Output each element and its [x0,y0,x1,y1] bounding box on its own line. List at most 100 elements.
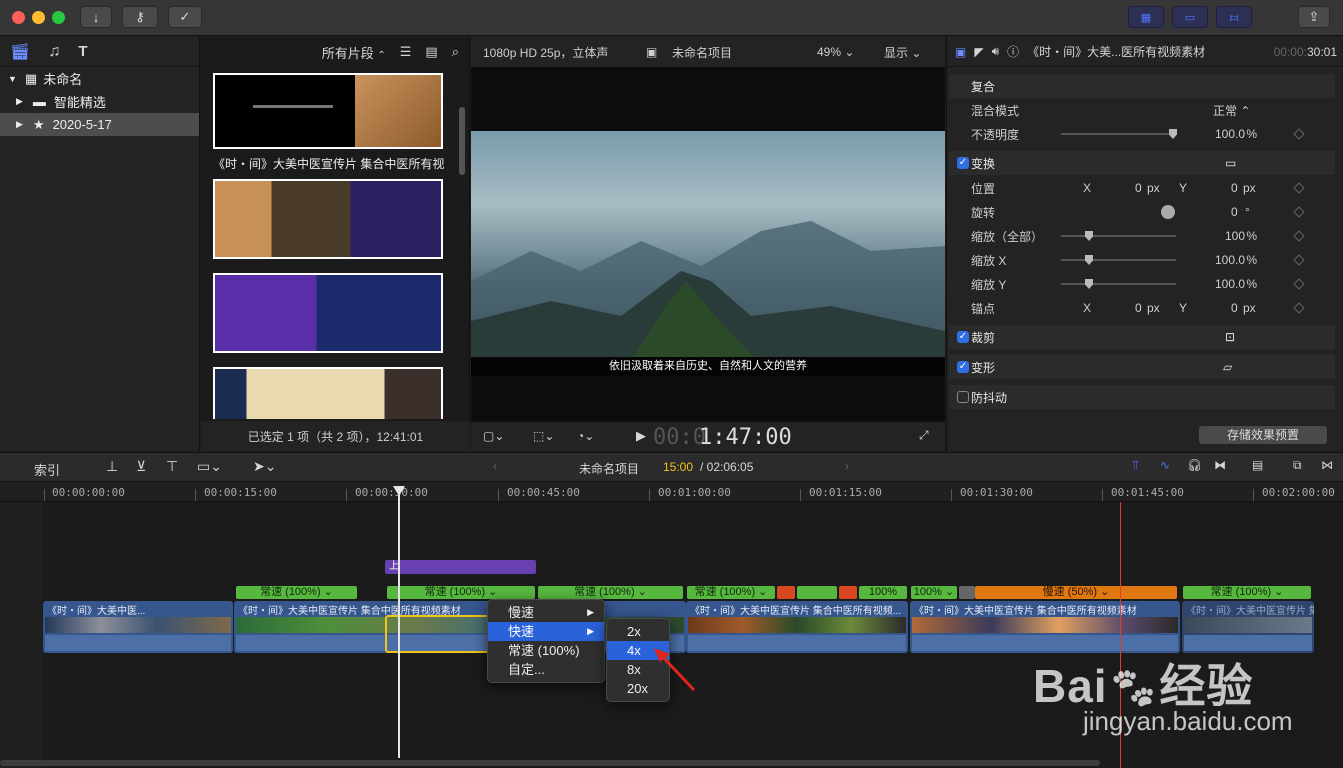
scale-y-value[interactable]: 100.0 [1215,277,1245,291]
close-window-button[interactable] [12,11,25,24]
speed-bar[interactable]: 常速 (100%) ⌄ [687,586,775,599]
audio-skimming-icon[interactable]: ∿ [1160,458,1170,472]
play-icon[interactable]: ▶ [636,428,646,444]
transitions-browser-icon[interactable]: ⋈ [1321,458,1333,472]
slider-knob[interactable] [1085,231,1093,241]
disclosure-open-icon[interactable]: ▼ [8,74,17,84]
transform-checkbox[interactable]: ✓ [957,157,969,169]
info-inspector-icon[interactable]: ⓘ [1007,43,1019,60]
speed-bar[interactable]: 慢速 (50%) ⌄ [975,586,1177,599]
clip-filter-dropdown[interactable]: 所有片段 ⌃ [322,43,386,62]
transform-onscreen-icon[interactable]: ▭ [1225,156,1236,170]
keyframe-icon[interactable] [1293,230,1305,242]
anchor-y-value[interactable]: 0 [1231,301,1238,315]
search-icon[interactable]: ⌕ [452,44,459,60]
zoom-window-button[interactable] [52,11,65,24]
retime-dropdown[interactable]: ◔⌄ [577,429,594,443]
keyframe-icon[interactable] [1293,254,1305,266]
library-root[interactable]: ▼ ▦ 未命名 [0,67,199,90]
append-clip-icon[interactable]: ⊤ [166,458,178,475]
speed-bar[interactable] [797,586,837,599]
slider-knob[interactable] [1085,255,1093,265]
speed-bar[interactable] [959,586,975,599]
clip-appearance-icon[interactable]: ▤ [1252,458,1263,472]
speed-bar[interactable]: 100% ⌄ [911,586,957,599]
speed-bar[interactable]: 常速 (100%) ⌄ [538,586,683,599]
crop-onscreen-icon[interactable]: ⊡ [1225,330,1235,344]
speed-bar[interactable]: 100% [859,586,907,599]
browser-scrollbar[interactable] [459,107,465,175]
playhead[interactable] [398,486,400,758]
fullscreen-icon[interactable]: ⤢ [919,428,929,443]
library-item-event[interactable]: ▶ ★ 2020-5-17 [0,113,199,136]
transform-tools-dropdown[interactable]: ⬚⌄ [533,429,554,443]
anchor-x-value[interactable]: 0 [1135,301,1142,315]
scale-all-value[interactable]: 100 [1225,229,1245,243]
disclosure-closed-icon[interactable]: ▶ [16,96,23,107]
view-options-dropdown[interactable]: ▢⌄ [483,429,504,443]
disclosure-closed-icon[interactable]: ▶ [16,119,23,130]
distort-checkbox[interactable]: ✓ [957,361,969,373]
snapping-icon[interactable]: ⧓ [1214,458,1226,472]
timeline-clip[interactable]: 《时・间》大美中医宣传片 集合中医所有视... [1182,601,1314,653]
speed-bar[interactable]: 常速 (100%) ⌄ [236,586,357,599]
zoom-dropdown[interactable]: 49% ⌄ [817,45,854,59]
library-item-smart[interactable]: ▶ ▬ 智能精选 [0,90,199,113]
scale-x-slider[interactable] [1061,255,1176,265]
photos-audio-icon[interactable]: ♫ [48,43,60,61]
speed-bar[interactable] [777,586,795,599]
filmstrip-icon[interactable]: ▤ [425,44,437,60]
video-inspector-icon[interactable]: ▣ [955,45,966,59]
scale-y-slider[interactable] [1061,279,1176,289]
video-only-icon[interactable]: ⫪ [1132,458,1139,473]
keyframe-icon[interactable] [1293,278,1305,290]
stabilize-checkbox[interactable] [957,391,969,403]
scale-all-slider[interactable] [1061,231,1176,241]
import-button[interactable]: ↓ [80,6,112,28]
menu-item-slow[interactable]: 慢速 ▶ [488,603,604,622]
audio-inspector-icon[interactable]: 🔊︎ [992,44,1000,59]
distort-onscreen-icon[interactable]: ▱ [1223,360,1232,374]
opacity-slider[interactable] [1061,129,1177,139]
share-button[interactable]: ⇪ [1298,6,1330,28]
opacity-value[interactable]: 100.0 [1215,127,1245,141]
effects-browser-icon[interactable]: ⧉ [1293,458,1302,473]
insert-clip-icon[interactable]: ⊻ [136,458,146,475]
speed-bar[interactable]: 常速 (100%) ⌄ [1183,586,1311,599]
minimize-window-button[interactable] [32,11,45,24]
timeline-clip[interactable]: 《时・间》大美中医... [43,601,233,653]
show-inspector-button[interactable]: ⧦ [1216,6,1252,28]
history-back-icon[interactable]: ‹ [493,459,497,473]
keyframe-icon[interactable] [1293,128,1305,140]
blend-mode-dropdown[interactable]: 正常 ⌃ [1213,102,1250,119]
save-preset-button[interactable]: 存储效果预置 [1199,426,1327,444]
show-timeline-button[interactable]: ▭ [1172,6,1208,28]
headphones-icon[interactable]: 🎧︎ [1187,458,1202,472]
speed-bar[interactable]: 常速 (100%) ⌄ [387,586,535,599]
slider-knob[interactable] [1085,279,1093,289]
keyframe-icon[interactable] [1293,302,1305,314]
libraries-icon[interactable]: 🎬︎ [10,42,30,62]
timeline-scrollbar[interactable] [0,760,1100,766]
select-tool-dropdown[interactable]: ➤⌄ [253,458,276,475]
slider-knob[interactable] [1169,129,1177,139]
clip-thumbnail-3[interactable] [213,273,443,353]
index-button[interactable]: 索引 [34,460,60,479]
timeline-clip[interactable]: 《时・间》大美中医宣传片 集合中医所有视频... [686,601,908,653]
show-browser-button[interactable]: ▦ [1128,6,1164,28]
timeline-clip[interactable]: 《时・间》大美中医宣传片 集合中医所有视频素材 [910,601,1180,653]
display-dropdown[interactable]: 显示 ⌄ [884,44,921,61]
overwrite-dropdown[interactable]: ▭⌄ [197,458,222,475]
timeline-ruler[interactable]: 00:00:00:00 00:00:15:00 00:00:30:00 00:0… [0,482,1343,502]
crop-checkbox[interactable]: ✓ [957,331,969,343]
selected-clip-outline[interactable] [385,615,489,653]
speed-bar[interactable] [839,586,857,599]
video-frame[interactable] [471,131,945,376]
titles-icon[interactable]: T [78,43,87,60]
menu-item-custom[interactable]: 自定... [488,660,604,679]
menu-item-fast[interactable]: 快速 ▶ [488,622,604,641]
connect-clip-icon[interactable]: ⊥ [106,458,118,475]
color-inspector-icon[interactable]: ◤ [974,45,983,59]
title-clip[interactable]: 上 [385,560,536,574]
clip-thumbnail-2[interactable] [213,179,443,259]
